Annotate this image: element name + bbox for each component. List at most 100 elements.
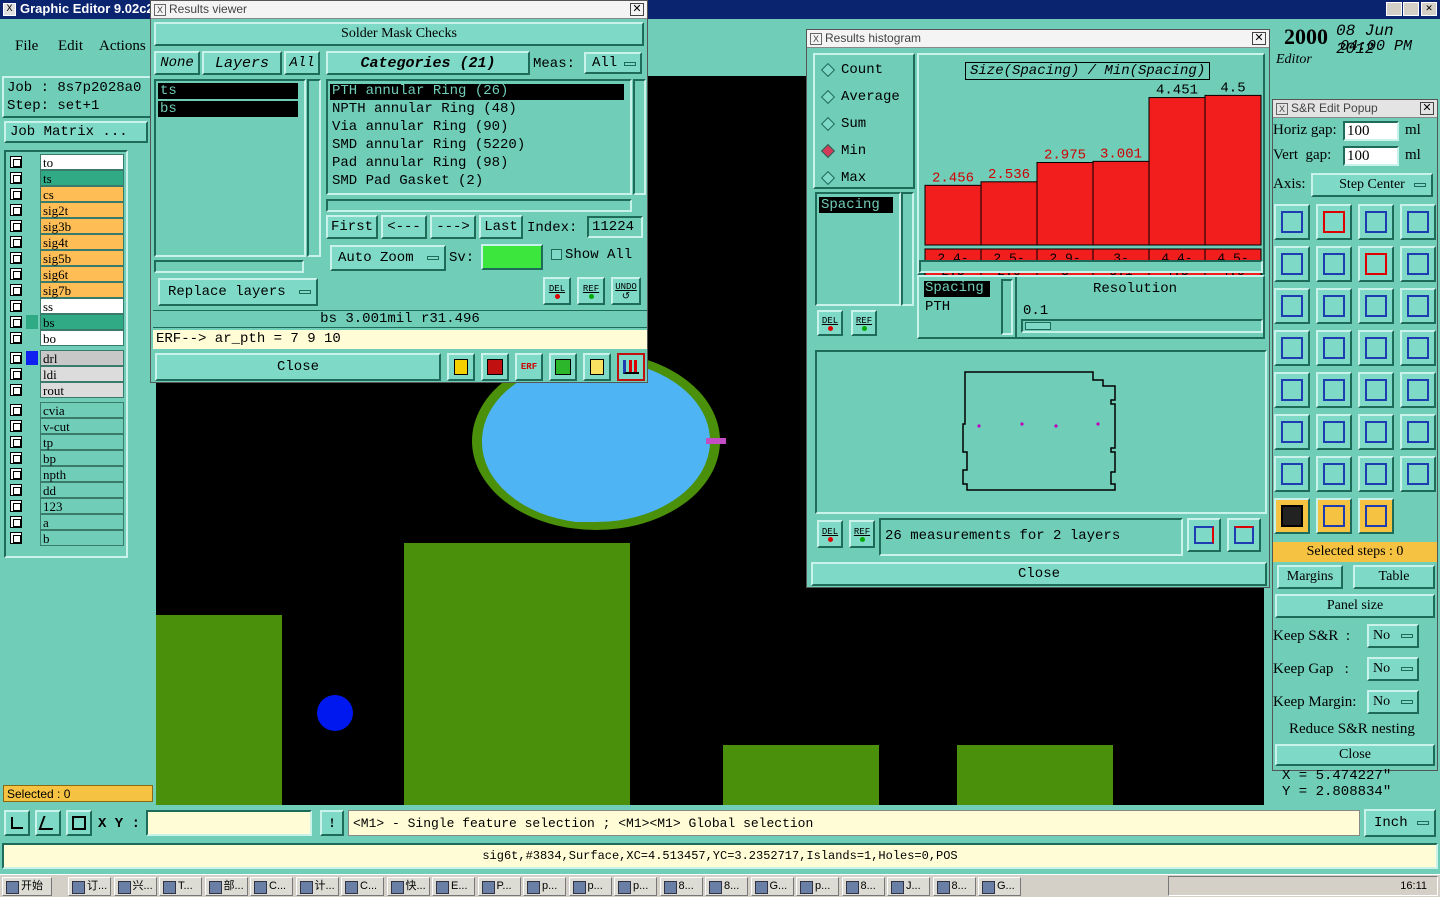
zoom-area-button[interactable] [1227,518,1261,552]
taskbar-item[interactable]: G... [978,877,1021,896]
layer-name[interactable]: drl [40,350,124,366]
layer-checkbox[interactable] [10,368,22,380]
histogram-bar[interactable] [1204,94,1262,246]
radio-min[interactable]: Min [820,142,911,162]
preview-del-button[interactable]: DEL [817,520,843,548]
taskbar-item[interactable]: C... [250,877,293,896]
taskbar-item[interactable]: p... [796,877,839,896]
layer-row[interactable]: tp [8,434,124,450]
vert-gap-input[interactable]: 100 [1343,146,1399,166]
radio-count[interactable]: Count [820,61,911,81]
layer-row[interactable]: sig6t [8,266,124,282]
list-item[interactable]: Spacing [819,197,893,213]
taskbar-item[interactable]: 8... [659,877,703,896]
table-button[interactable]: Table [1353,565,1435,589]
keep-margin-select[interactable]: No [1367,690,1419,714]
taskbar-item[interactable]: 快... [386,877,430,896]
layer-checkbox[interactable] [10,468,22,480]
categories-tab[interactable]: Categories (21) [326,51,530,75]
layer-name[interactable]: cs [40,186,124,202]
layer-row[interactable]: bp [8,450,124,466]
histogram-bar[interactable] [1148,97,1206,246]
menu-actions[interactable]: Actions [99,38,146,55]
layer-row[interactable]: sig5b [8,250,124,266]
histogram-bar[interactable] [1036,162,1094,246]
all-button[interactable]: All [284,51,320,75]
sv-color-select[interactable] [481,244,543,270]
cross-step-button[interactable] [1316,246,1352,282]
layer-checkbox[interactable] [10,236,22,248]
layer-list-hscroll[interactable] [154,260,304,273]
layer-checkbox[interactable] [10,420,22,432]
layer-row[interactable]: ldi [8,366,124,382]
layer-checkbox[interactable] [10,188,22,200]
highlight-tool-button[interactable] [447,353,475,381]
layer-name[interactable]: 123 [40,498,124,514]
window-menu-icon[interactable]: X [154,4,166,16]
show-all-checkbox[interactable] [551,249,562,260]
radio-sum[interactable]: Sum [820,115,911,135]
layer-checkbox[interactable] [10,516,22,528]
taskbar-item[interactable]: 部... [204,877,248,896]
xy-input[interactable] [146,810,312,836]
preview-ref-button[interactable]: REF [849,520,875,548]
menu-file[interactable]: File [15,38,38,55]
histogram-bar[interactable] [1092,160,1150,246]
layer-checkbox[interactable] [10,204,22,216]
blue-x-button[interactable] [1400,246,1436,282]
results-close-button[interactable]: Close [155,353,441,381]
layer-checkbox[interactable] [10,268,22,280]
taskbar-item[interactable]: 订... [68,877,111,896]
arrow-up-button[interactable] [1358,414,1394,450]
distribute-button[interactable] [1358,204,1394,240]
layer-checkbox[interactable] [10,220,22,232]
taskbar-item[interactable]: T... [159,877,202,896]
layer-row[interactable]: ts [8,170,124,186]
taskbar-item[interactable]: P... [477,877,521,896]
keep-sr-select[interactable]: No [1367,624,1419,648]
layer-name[interactable]: sig2t [40,202,124,218]
layer-name[interactable]: a [40,514,124,530]
axis-select[interactable]: Step Center [1311,173,1433,197]
category-list-scrollbar[interactable] [633,79,646,195]
notes-button[interactable] [583,353,611,381]
move-step-button[interactable] [1274,246,1310,282]
margins-button[interactable]: Margins [1277,565,1343,589]
rotate-button[interactable] [1400,288,1436,324]
job-matrix-button[interactable]: Job Matrix ... [4,121,148,143]
layer-row[interactable]: drl [8,350,124,366]
layer-name[interactable]: ldi [40,366,124,382]
ref-button[interactable]: REF [577,277,605,305]
hand-select-button[interactable] [1316,498,1352,534]
taskbar-item[interactable]: p... [614,877,657,896]
layer-checkbox[interactable] [10,172,22,184]
equal-h-button[interactable] [1316,372,1352,408]
histogram-bar[interactable] [924,184,982,246]
taskbar-item[interactable]: E... [432,877,475,896]
align-center-button[interactable] [1316,330,1352,366]
spacing-list[interactable]: Spacing [815,192,901,306]
layer-name[interactable]: to [40,154,124,170]
window-menu-icon[interactable]: X [810,33,822,45]
slider-thumb[interactable] [1025,322,1051,330]
taskbar-item[interactable]: 计... [295,877,339,896]
del-button[interactable]: DEL [543,277,571,305]
swap-button[interactable] [1274,288,1310,324]
list-item[interactable]: bs [158,101,298,117]
undo-button[interactable]: UNDO ↺ [611,277,641,305]
taskbar-item[interactable]: C... [341,877,384,896]
layer-name[interactable]: bo [40,330,124,346]
layer-checkbox[interactable] [10,404,22,416]
category-item[interactable]: SMD Pad Gasket (2) [330,174,624,190]
layer-row[interactable]: cvia [8,402,124,418]
panel-size-button[interactable]: Panel size [1275,594,1435,618]
taskbar-item[interactable]: 8... [705,877,748,896]
layer-checkbox[interactable] [10,156,22,168]
reduce-sr-nesting[interactable]: Reduce S&R nesting [1289,721,1415,738]
auto-zoom-select[interactable]: Auto Zoom [330,245,446,271]
erf-button[interactable]: ERF [515,353,543,381]
category-list-hscroll[interactable] [326,199,632,212]
layer-name[interactable]: ts [40,170,124,186]
shrink-h-button[interactable] [1358,456,1394,492]
layer-row[interactable]: rout [8,382,124,398]
